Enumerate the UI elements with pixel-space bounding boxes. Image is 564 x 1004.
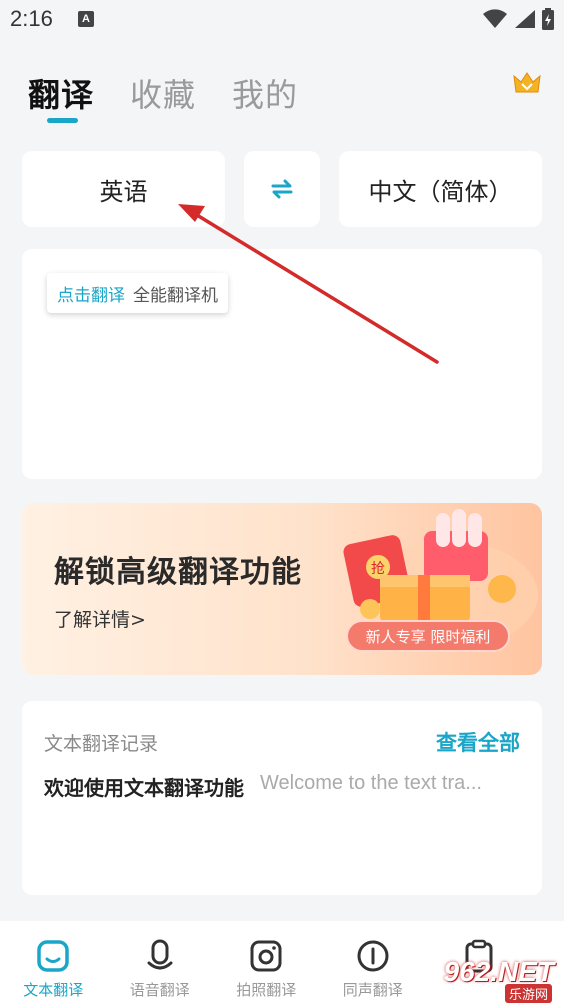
signal-icon <box>515 10 535 28</box>
input-hint[interactable]: 点击翻译 全能翻译机 <box>47 273 228 313</box>
promo-details-link[interactable]: 了解详情> <box>54 605 146 632</box>
nav-label: 语音翻译 <box>129 981 190 999</box>
target-language-label: 中文（简体） <box>368 177 513 206</box>
translate-input-area[interactable]: 点击翻译 全能翻译机 <box>22 249 542 479</box>
simultaneous-icon <box>357 940 389 972</box>
promo-badge[interactable]: 新人专享 限时福利 <box>346 620 510 652</box>
nav-voice-translate[interactable]: 语音翻译 <box>107 921 214 1004</box>
source-language-label: 英语 <box>99 177 148 206</box>
text-translate-icon <box>37 940 69 972</box>
notification-icon: A <box>78 11 94 27</box>
promo-banner[interactable]: 解锁高级翻译功能 了解详情> 抢 新人专享 限时福利 <box>22 503 542 675</box>
nav-label: 文本翻译 <box>23 981 84 999</box>
tab-mine[interactable]: 我的 <box>232 70 298 116</box>
source-language-selector[interactable]: 英语 <box>22 151 225 227</box>
wifi-icon <box>483 9 507 28</box>
status-bar: 2:16 A <box>0 0 564 40</box>
history-source-text: 欢迎使用文本翻译功能 <box>44 776 244 800</box>
tab-translate[interactable]: 翻译 <box>28 70 94 116</box>
nav-photo-translate[interactable]: 拍照翻译 <box>213 921 320 1004</box>
status-icons <box>482 8 554 30</box>
swap-languages-button[interactable] <box>244 151 320 227</box>
nav-label: 同声翻译 <box>342 981 403 999</box>
battery-icon <box>542 8 554 30</box>
crown-icon[interactable] <box>512 70 542 96</box>
status-time: 2:16 <box>10 6 53 31</box>
nav-simultaneous-translate[interactable]: 同声翻译 <box>320 921 427 1004</box>
history-item[interactable]: 欢迎使用文本翻译功能 Welcome to the text tra... <box>44 772 522 801</box>
history-translated-text: Welcome to the text tra... <box>260 772 482 794</box>
top-tabs: 翻译 收藏 我的 <box>28 70 298 116</box>
target-language-selector[interactable]: 中文（简体） <box>339 151 542 227</box>
tab-favorites[interactable]: 收藏 <box>130 70 196 116</box>
hint-accent-text: 点击翻译 <box>57 285 125 306</box>
hint-text: 全能翻译机 <box>133 285 218 306</box>
swap-icon <box>271 179 293 199</box>
promo-title: 解锁高级翻译功能 <box>54 555 302 590</box>
watermark-sub: 乐游网 <box>504 984 552 1003</box>
camera-icon <box>250 940 282 972</box>
history-card: 文本翻译记录 查看全部 欢迎使用文本翻译功能 Welcome to the te… <box>22 701 542 895</box>
gift-char: 抢 <box>371 560 385 577</box>
view-all-link[interactable]: 查看全部 <box>436 727 520 757</box>
nav-text-translate[interactable]: 文本翻译 <box>0 921 107 1004</box>
tab-indicator <box>47 118 78 123</box>
nav-label: 拍照翻译 <box>236 981 297 999</box>
microphone-icon <box>147 939 173 970</box>
watermark-logo: 962.NET 乐游网 <box>420 950 560 1004</box>
history-title: 文本翻译记录 <box>44 733 159 755</box>
